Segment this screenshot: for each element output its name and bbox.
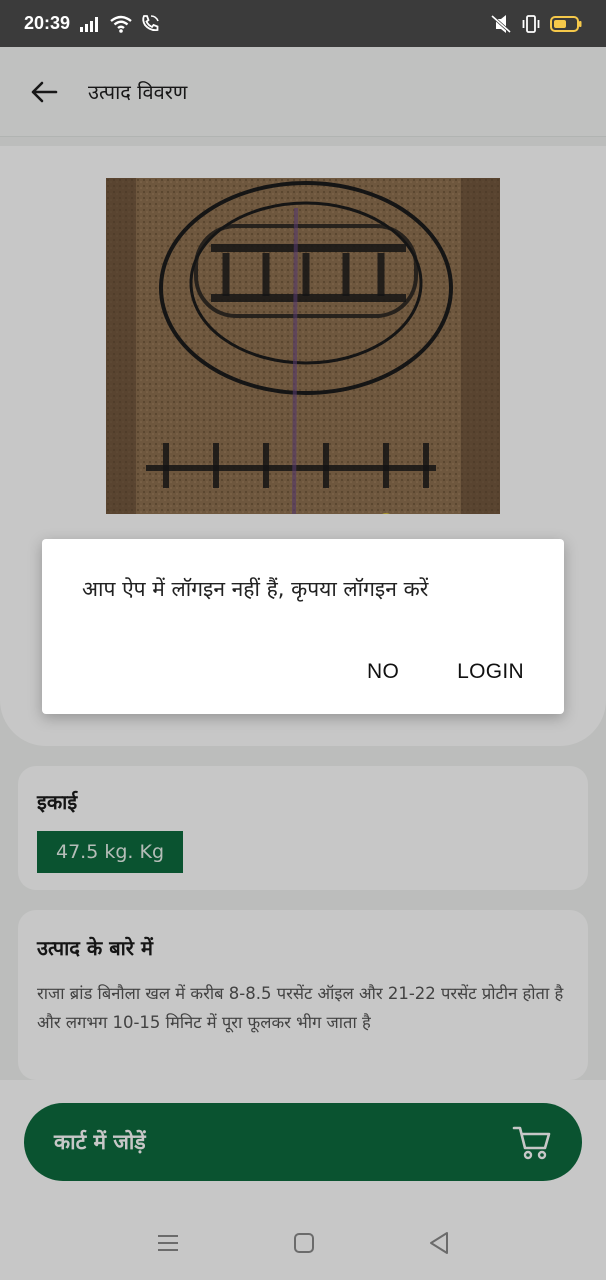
vibrate-icon xyxy=(520,14,542,34)
dialog-message: आप ऐप में लॉगइन नहीं हैं, कृपया लॉगइन कर… xyxy=(82,577,429,601)
wifi-icon xyxy=(110,15,132,33)
silent-mode-icon xyxy=(490,14,512,34)
no-button[interactable]: NO xyxy=(367,660,399,684)
status-time: 20:39 xyxy=(24,13,71,33)
dialog-actions: NO LOGIN xyxy=(367,660,524,684)
battery-icon xyxy=(550,15,582,33)
signal-icon xyxy=(80,16,102,32)
wifi-call-icon xyxy=(140,14,160,34)
status-bar: 20:39 xyxy=(0,0,606,47)
login-dialog: आप ऐप में लॉगइन नहीं हैं, कृपया लॉगइन कर… xyxy=(42,539,564,714)
login-button[interactable]: LOGIN xyxy=(457,660,524,684)
